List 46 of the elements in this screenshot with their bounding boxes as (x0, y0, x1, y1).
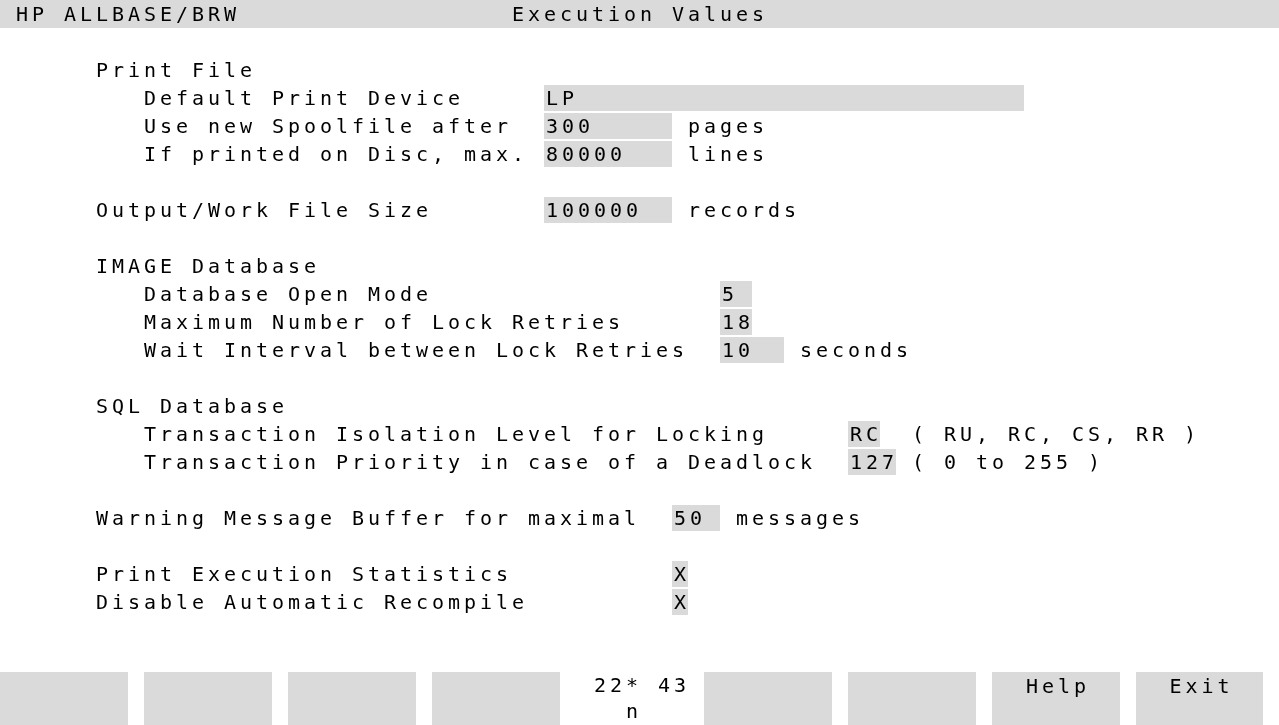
field-label: Warning Message Buffer for maximal (96, 505, 641, 532)
section-heading: IMAGE Database (96, 253, 320, 280)
field-label: Use new Spoolfile after (144, 113, 513, 140)
cursor-position: 22* 43 (594, 672, 690, 698)
range-hint: ( RU, RC, CS, RR ) (912, 421, 1201, 448)
input-field[interactable]: 80000 (544, 141, 673, 167)
field-label: Disable Automatic Recompile (96, 589, 529, 616)
field-label: Output/Work File Size (96, 197, 433, 224)
softkey[interactable]: Exit (1136, 672, 1263, 725)
input-field[interactable]: 50 (672, 505, 721, 531)
blank-softkey[interactable] (0, 672, 128, 725)
section-heading: SQL Database (96, 393, 288, 420)
input-field[interactable]: LP (544, 85, 1025, 111)
input-field[interactable]: 300 (544, 113, 673, 139)
field-label: Transaction Isolation Level for Locking (144, 421, 769, 448)
blank-softkey[interactable] (432, 672, 560, 725)
field-label: Database Open Mode (144, 281, 433, 308)
section-heading: Print File (96, 57, 256, 84)
blank-softkey[interactable] (144, 672, 272, 725)
input-field[interactable]: 10 (720, 337, 785, 363)
field-label: If printed on Disc, max. (144, 141, 529, 168)
field-label: Wait Interval between Lock Retries (144, 337, 689, 364)
unit-label: pages (688, 113, 769, 140)
screen-title: Execution Values (512, 1, 769, 28)
field-label: Maximum Number of Lock Retries (144, 309, 625, 336)
input-field[interactable]: 18 (720, 309, 753, 335)
product-name: HP ALLBASE/BRW (16, 1, 240, 28)
input-field[interactable]: X (672, 561, 689, 587)
input-field[interactable]: 5 (720, 281, 753, 307)
input-field[interactable]: RC (848, 421, 881, 447)
blank-softkey[interactable] (704, 672, 832, 725)
softkey[interactable]: Help (992, 672, 1120, 725)
field-label: Transaction Priority in case of a Deadlock (144, 449, 817, 476)
mode-indicator: n (626, 698, 642, 724)
unit-label: messages (736, 505, 865, 532)
unit-label: seconds (800, 337, 913, 364)
input-field[interactable]: X (672, 589, 689, 615)
input-field[interactable]: 127 (848, 449, 897, 475)
unit-label: lines (688, 141, 769, 168)
blank-softkey[interactable] (848, 672, 976, 725)
unit-label: records (688, 197, 801, 224)
range-hint: ( 0 to 255 ) (912, 449, 1105, 476)
field-label: Default Print Device (144, 85, 465, 112)
input-field[interactable]: 100000 (544, 197, 673, 223)
field-label: Print Execution Statistics (96, 561, 513, 588)
blank-softkey[interactable] (288, 672, 416, 725)
